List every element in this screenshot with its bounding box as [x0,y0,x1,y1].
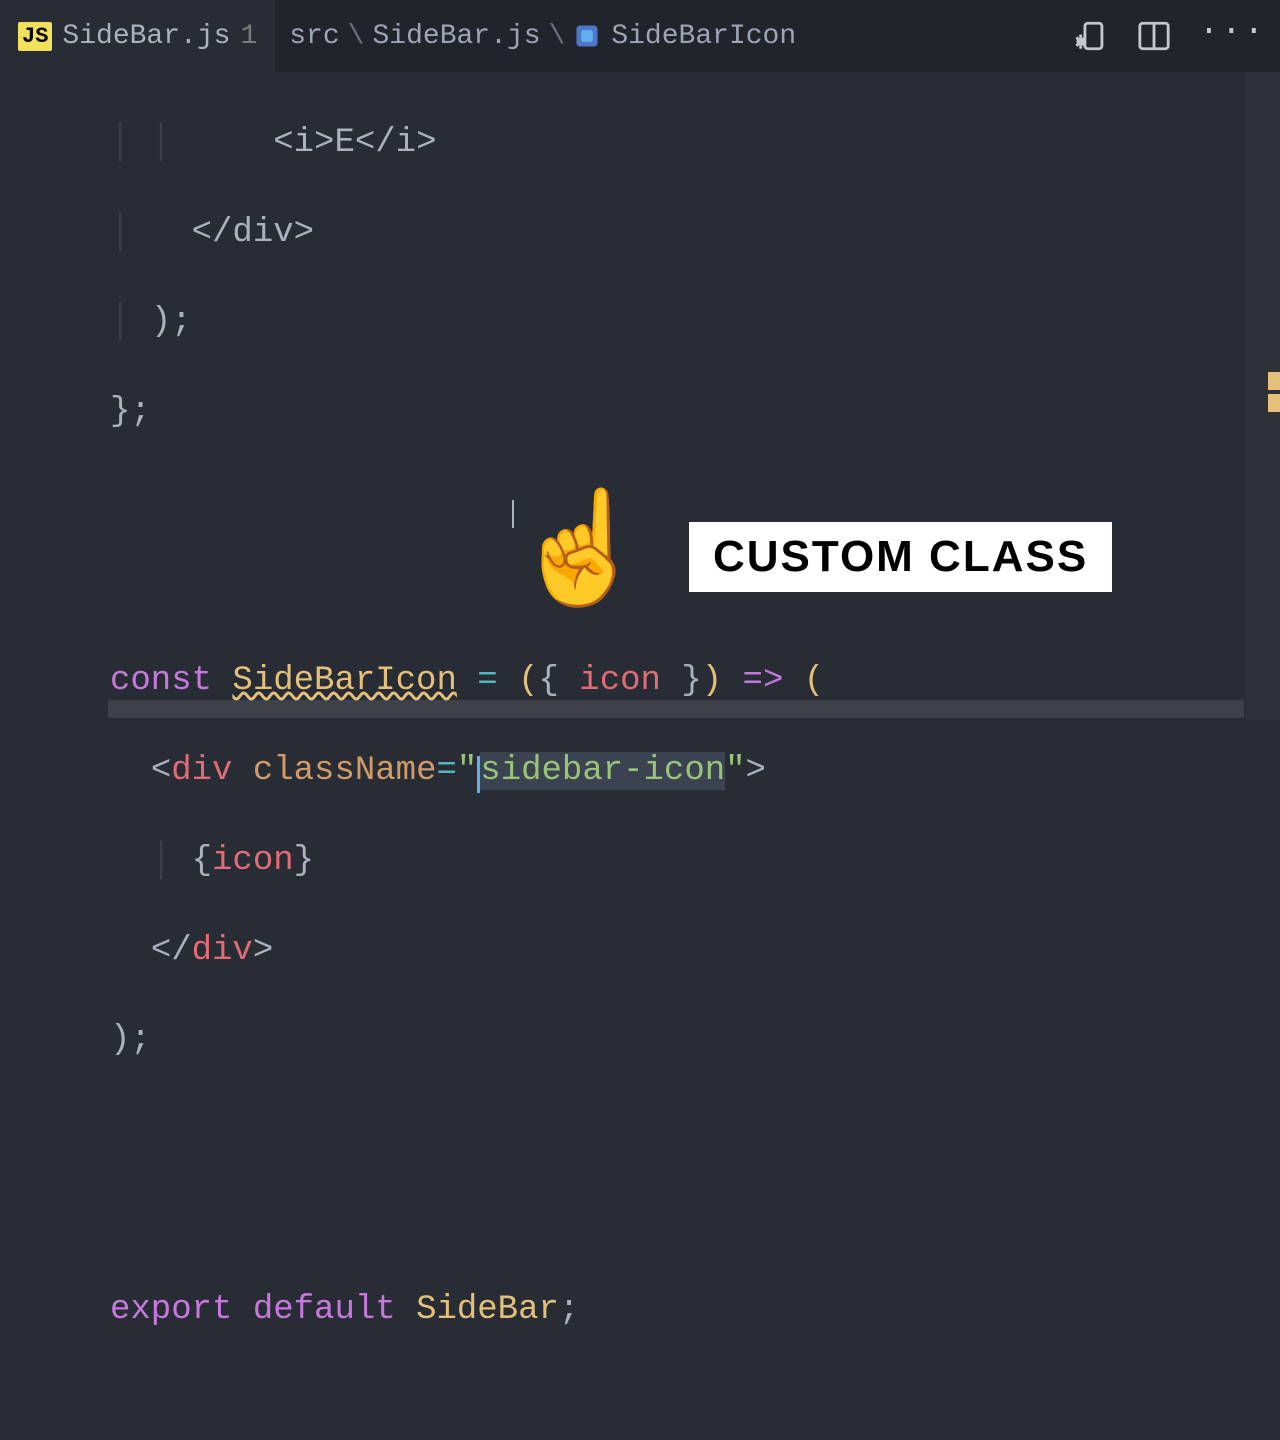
tab-filename: SideBar.js [62,21,230,52]
breadcrumb[interactable]: src \ SideBar.js \ SideBarIcon [275,21,796,52]
minimap-warning-marker [1268,394,1280,412]
minimap-warning-marker [1268,372,1280,390]
breadcrumb-separator: \ [549,21,566,52]
pointing-up-icon: ☝️ [512,502,649,612]
more-actions-icon[interactable]: ··· [1199,15,1266,57]
code-line: </div> [110,929,1280,974]
code-line: <div className="sidebar-icon"> [110,749,1280,794]
code-line: ); [110,1018,1280,1063]
symbol-method-icon [573,22,601,50]
code-line: export default SideBar; [110,1288,1280,1333]
code-line: │ </div> [110,211,1280,256]
code-line [110,1108,1280,1153]
annotation-label: CUSTOM CLASS [689,522,1112,592]
annotation-overlay: ☝️ CUSTOM CLASS [512,502,1112,612]
code-line: const SideBarIcon = ({ icon }) => ( [110,659,1280,704]
code-line [110,1198,1280,1243]
breadcrumb-separator: \ [348,21,365,52]
editor-tab[interactable]: JS SideBar.js 1 [0,0,275,72]
code-line: │ ); [110,300,1280,345]
js-language-icon: JS [18,22,52,51]
selected-text: sidebar-icon [480,752,725,790]
breadcrumb-folder: src [289,21,339,52]
horizontal-scrollbar[interactable] [108,700,1244,718]
run-settings-icon[interactable] [1075,19,1109,53]
code-line: │ {icon} [110,839,1280,884]
tab-problems-count: 1 [240,21,257,52]
breadcrumb-file: SideBar.js [372,21,540,52]
code-editor[interactable]: │ │ <i>E</i> │ </div> │ ); }; const Side… [0,72,1280,1440]
warning-underline: SideBarIcon [232,662,456,700]
minimap[interactable] [1246,72,1280,720]
code-line: │ │ <i>E</i> [110,121,1280,166]
tab-bar: JS SideBar.js 1 src \ SideBar.js \ SideB… [0,0,1280,72]
editor-actions: ··· [1075,15,1266,57]
code-line: }; [110,390,1280,435]
split-editor-icon[interactable] [1137,19,1171,53]
breadcrumb-symbol: SideBarIcon [611,21,796,52]
